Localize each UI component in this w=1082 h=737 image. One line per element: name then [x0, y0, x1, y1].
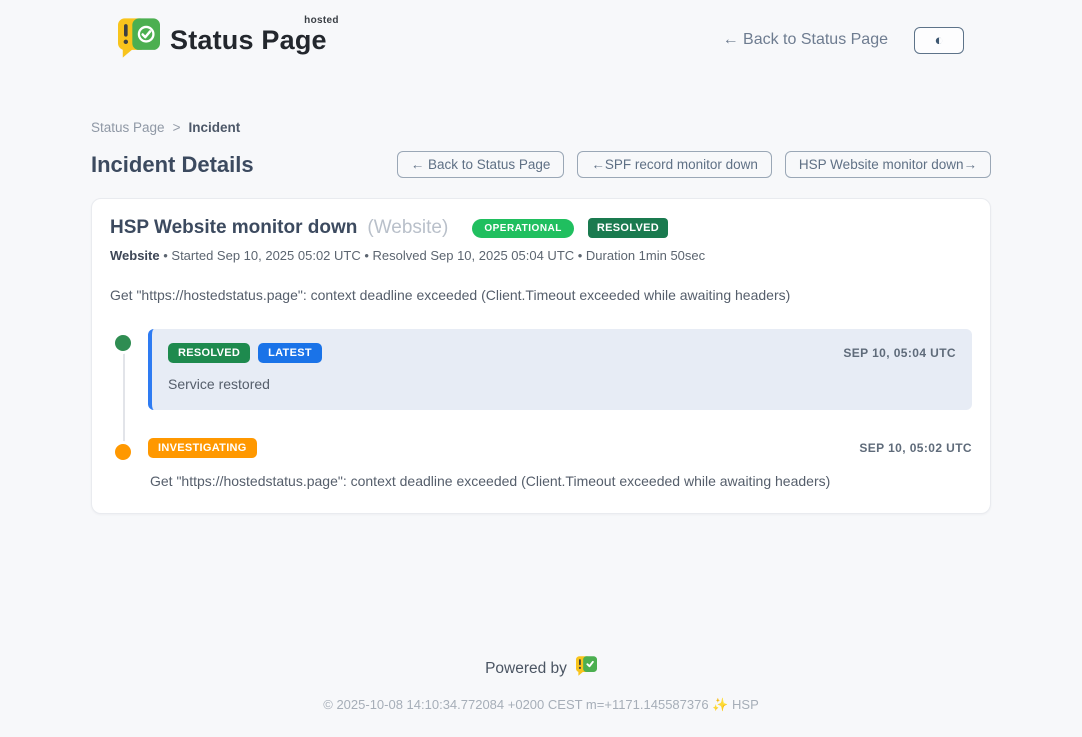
header-back-link[interactable]: ← Back to Status Page: [723, 31, 888, 49]
copyright-text: © 2025-10-08 14:10:34.772084 +0200 CEST …: [323, 697, 708, 712]
powered-by-label: Powered by: [485, 660, 567, 678]
green-dot-icon: [115, 335, 131, 351]
main-content: Status Page > Incident Incident Details …: [91, 80, 991, 656]
half-circle-theme-icon: ◐: [934, 33, 943, 48]
latest-badge: LATEST: [258, 343, 322, 363]
timeline-message: Service restored: [168, 376, 956, 392]
orange-dot-icon: [115, 444, 131, 460]
breadcrumb-incident: Incident: [188, 120, 240, 135]
meta-component: Website: [110, 248, 160, 263]
timeline-entry-content: RESOLVED LATEST SEP 10, 05:04 UTC Servic…: [148, 329, 972, 410]
investigating-badge: INVESTIGATING: [148, 438, 257, 458]
incident-title: HSP Website monitor down: [110, 217, 357, 239]
timeline-message: Get "https://hostedstatus.page": context…: [148, 473, 972, 489]
theme-toggle-button[interactable]: ◐: [914, 27, 964, 54]
operational-badge: OPERATIONAL: [472, 219, 574, 238]
back-to-status-page-button[interactable]: ← Back to Status Page: [397, 151, 565, 178]
next-incident-button[interactable]: HSP Website monitor down→: [785, 151, 991, 178]
copyright-suffix: HSP: [732, 697, 759, 712]
incident-timeline: RESOLVED LATEST SEP 10, 05:04 UTC Servic…: [110, 329, 972, 489]
page-title: Incident Details: [91, 152, 254, 178]
header: Status Page hosted ← Back to Status Page…: [0, 0, 1082, 80]
timeline-timestamp: SEP 10, 05:02 UTC: [859, 441, 972, 455]
incident-card: HSP Website monitor down (Website) OPERA…: [91, 198, 991, 514]
breadcrumb-status-page[interactable]: Status Page: [91, 120, 165, 135]
incident-nav-buttons: ← Back to Status Page ←SPF record monito…: [397, 151, 991, 178]
statuspage-logo-icon-small: [576, 656, 597, 681]
timeline-entry-resolved: RESOLVED LATEST SEP 10, 05:04 UTC Servic…: [110, 329, 972, 410]
statuspage-logo-icon: [118, 18, 160, 63]
timeline-entry-content: INVESTIGATING SEP 10, 05:02 UTC Get "htt…: [148, 438, 972, 489]
timeline-entry-investigating: INVESTIGATING SEP 10, 05:02 UTC Get "htt…: [110, 438, 972, 489]
timeline-timestamp: SEP 10, 05:04 UTC: [843, 346, 956, 360]
powered-by-link[interactable]: Powered by: [485, 656, 597, 681]
resolved-badge: RESOLVED: [168, 343, 250, 363]
sparkles-icon: ✨: [712, 697, 728, 712]
breadcrumb: Status Page > Incident: [91, 120, 991, 135]
footer: Powered by © 2025-10-08 14:10:34.772084 …: [0, 656, 1082, 737]
copyright-line: © 2025-10-08 14:10:34.772084 +0200 CEST …: [0, 697, 1082, 713]
incident-meta: Website • Started Sep 10, 2025 05:02 UTC…: [110, 248, 972, 263]
brand-logo-link[interactable]: Status Page hosted: [118, 18, 331, 63]
incident-description: Get "https://hostedstatus.page": context…: [110, 287, 972, 303]
breadcrumb-separator: >: [173, 120, 181, 135]
prev-incident-button[interactable]: ←SPF record monitor down: [577, 151, 772, 178]
brand-tag: hosted: [304, 15, 339, 26]
incident-component: (Website): [367, 217, 448, 239]
brand-name: Status Page hosted: [170, 25, 331, 56]
meta-timings: • Started Sep 10, 2025 05:02 UTC • Resol…: [163, 248, 705, 263]
resolved-status-badge: RESOLVED: [588, 218, 668, 238]
